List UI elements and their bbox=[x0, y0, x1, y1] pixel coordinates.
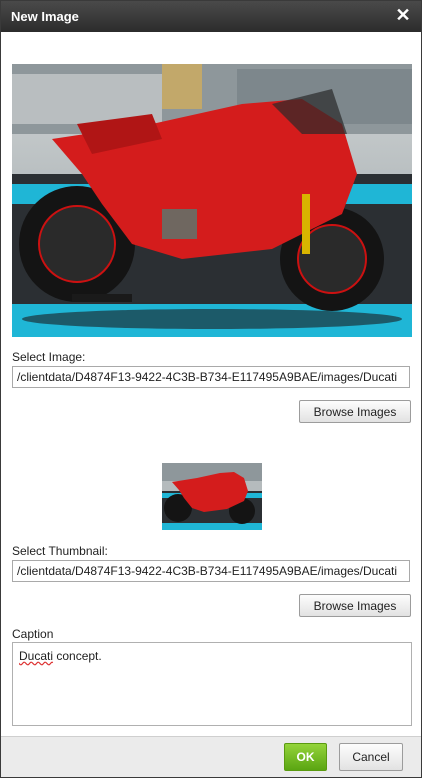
image-path-field[interactable] bbox=[12, 366, 410, 388]
caption-text: concept. bbox=[53, 649, 102, 663]
dialog-footer: OK Cancel bbox=[1, 736, 421, 777]
caption-label: Caption bbox=[12, 627, 54, 641]
thumbnail-preview bbox=[162, 463, 262, 530]
caption-textarea[interactable]: Ducati concept. bbox=[12, 642, 412, 726]
select-image-label: Select Image: bbox=[12, 350, 86, 364]
image-preview bbox=[12, 64, 412, 337]
dialog-title: New Image bbox=[11, 9, 79, 24]
browse-thumbnail-button[interactable]: Browse Images bbox=[299, 594, 411, 617]
close-icon[interactable]: ✕ bbox=[393, 5, 413, 25]
new-image-dialog: New Image ✕ Select Image: /clientdata/D4… bbox=[0, 0, 422, 778]
browse-images-button[interactable]: Browse Images bbox=[299, 400, 411, 423]
ok-button[interactable]: OK bbox=[284, 743, 327, 771]
thumbnail-path-field[interactable] bbox=[12, 560, 410, 582]
cancel-button[interactable]: Cancel bbox=[339, 743, 403, 771]
dialog-titlebar: New Image ✕ bbox=[1, 1, 421, 32]
caption-misspelled-word: Ducati bbox=[19, 649, 54, 663]
select-thumbnail-label: Select Thumbnail: bbox=[12, 544, 108, 558]
